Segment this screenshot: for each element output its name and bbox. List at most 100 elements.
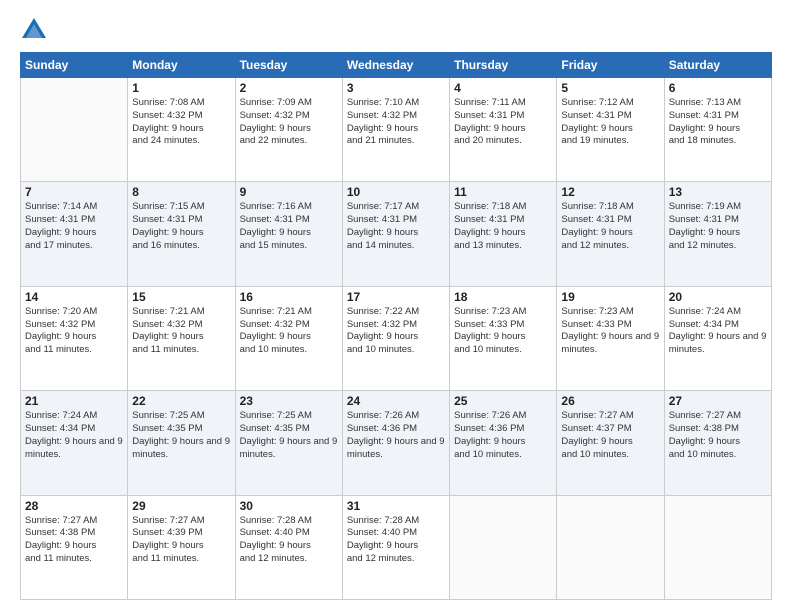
day-info: Sunrise: 7:08 AMSunset: 4:32 PMDaylight:… [132, 97, 230, 148]
week-row-2: 14 Sunrise: 7:20 AMSunset: 4:32 PMDayligh… [21, 286, 772, 390]
day-info: Sunrise: 7:27 AMSunset: 4:37 PMDaylight:… [561, 410, 659, 461]
day-number: 6 [669, 81, 767, 95]
day-cell: 7 Sunrise: 7:14 AMSunset: 4:31 PMDaylight… [21, 182, 128, 286]
day-info: Sunrise: 7:11 AMSunset: 4:31 PMDaylight:… [454, 97, 552, 148]
column-header-tuesday: Tuesday [235, 53, 342, 78]
day-info: Sunrise: 7:28 AMSunset: 4:40 PMDaylight:… [347, 515, 445, 566]
day-info: Sunrise: 7:27 AMSunset: 4:38 PMDaylight:… [25, 515, 123, 566]
day-info: Sunrise: 7:28 AMSunset: 4:40 PMDaylight:… [240, 515, 338, 566]
column-header-saturday: Saturday [664, 53, 771, 78]
header-row: SundayMondayTuesdayWednesdayThursdayFrid… [21, 53, 772, 78]
logo [20, 16, 52, 44]
header [20, 16, 772, 44]
day-info: Sunrise: 7:27 AMSunset: 4:38 PMDaylight:… [669, 410, 767, 461]
day-cell [450, 495, 557, 599]
day-number: 5 [561, 81, 659, 95]
day-info: Sunrise: 7:18 AMSunset: 4:31 PMDaylight:… [454, 201, 552, 252]
day-cell: 17Sunrise: 7:22 AMSunset: 4:32 PMDayligh… [342, 286, 449, 390]
day-info: Sunrise: 7:19 AMSunset: 4:31 PMDaylight:… [669, 201, 767, 252]
day-number: 19 [561, 290, 659, 304]
day-cell: 5 Sunrise: 7:12 AMSunset: 4:31 PMDaylight… [557, 78, 664, 182]
day-info: Sunrise: 7:26 AMSunset: 4:36 PMDaylight:… [347, 410, 445, 461]
day-cell: 11 Sunrise: 7:18 AMSunset: 4:31 PMDayligh… [450, 182, 557, 286]
week-row-0: 1 Sunrise: 7:08 AMSunset: 4:32 PMDaylight… [21, 78, 772, 182]
day-info: Sunrise: 7:13 AMSunset: 4:31 PMDaylight:… [669, 97, 767, 148]
day-number: 1 [132, 81, 230, 95]
day-cell: 10 Sunrise: 7:17 AMSunset: 4:31 PMDayligh… [342, 182, 449, 286]
day-info: Sunrise: 7:15 AMSunset: 4:31 PMDaylight:… [132, 201, 230, 252]
day-cell: 22 Sunrise: 7:25 AMSunset: 4:35 PMDayligh… [128, 391, 235, 495]
day-cell: 14 Sunrise: 7:20 AMSunset: 4:32 PMDayligh… [21, 286, 128, 390]
day-number: 25 [454, 394, 552, 408]
day-number: 20 [669, 290, 767, 304]
day-number: 10 [347, 185, 445, 199]
day-cell: 19 Sunrise: 7:23 AMSunset: 4:33 PMDayligh… [557, 286, 664, 390]
day-cell: 4 Sunrise: 7:11 AMSunset: 4:31 PMDaylight… [450, 78, 557, 182]
day-info: Sunrise: 7:10 AMSunset: 4:32 PMDaylight:… [347, 97, 445, 148]
day-cell: 21 Sunrise: 7:24 AMSunset: 4:34 PMDayligh… [21, 391, 128, 495]
day-info: Sunrise: 7:25 AMSunset: 4:35 PMDaylight:… [240, 410, 338, 461]
day-cell: 8 Sunrise: 7:15 AMSunset: 4:31 PMDaylight… [128, 182, 235, 286]
day-number: 30 [240, 499, 338, 513]
day-number: 11 [454, 185, 552, 199]
day-info: Sunrise: 7:26 AMSunset: 4:36 PMDaylight:… [454, 410, 552, 461]
day-info: Sunrise: 7:21 AMSunset: 4:32 PMDaylight:… [132, 306, 230, 357]
column-header-monday: Monday [128, 53, 235, 78]
day-number: 4 [454, 81, 552, 95]
day-cell [557, 495, 664, 599]
week-row-1: 7 Sunrise: 7:14 AMSunset: 4:31 PMDaylight… [21, 182, 772, 286]
column-header-thursday: Thursday [450, 53, 557, 78]
day-info: Sunrise: 7:24 AMSunset: 4:34 PMDaylight:… [25, 410, 123, 461]
day-info: Sunrise: 7:14 AMSunset: 4:31 PMDaylight:… [25, 201, 123, 252]
day-number: 22 [132, 394, 230, 408]
day-cell: 31Sunrise: 7:28 AMSunset: 4:40 PMDayligh… [342, 495, 449, 599]
day-info: Sunrise: 7:24 AMSunset: 4:34 PMDaylight:… [669, 306, 767, 357]
day-cell: 9 Sunrise: 7:16 AMSunset: 4:31 PMDaylight… [235, 182, 342, 286]
day-cell: 27Sunrise: 7:27 AMSunset: 4:38 PMDayligh… [664, 391, 771, 495]
column-header-wednesday: Wednesday [342, 53, 449, 78]
day-number: 21 [25, 394, 123, 408]
column-header-friday: Friday [557, 53, 664, 78]
day-number: 18 [454, 290, 552, 304]
day-cell: 3Sunrise: 7:10 AMSunset: 4:32 PMDaylight… [342, 78, 449, 182]
day-cell: 20 Sunrise: 7:24 AMSunset: 4:34 PMDayligh… [664, 286, 771, 390]
day-number: 8 [132, 185, 230, 199]
day-number: 9 [240, 185, 338, 199]
week-row-4: 28 Sunrise: 7:27 AMSunset: 4:38 PMDayligh… [21, 495, 772, 599]
day-cell: 12Sunrise: 7:18 AMSunset: 4:31 PMDayligh… [557, 182, 664, 286]
day-info: Sunrise: 7:20 AMSunset: 4:32 PMDaylight:… [25, 306, 123, 357]
day-number: 15 [132, 290, 230, 304]
day-cell: 15 Sunrise: 7:21 AMSunset: 4:32 PMDayligh… [128, 286, 235, 390]
day-info: Sunrise: 7:27 AMSunset: 4:39 PMDaylight:… [132, 515, 230, 566]
page: SundayMondayTuesdayWednesdayThursdayFrid… [0, 0, 792, 612]
day-number: 12 [561, 185, 659, 199]
day-cell [664, 495, 771, 599]
day-cell: 2Sunrise: 7:09 AMSunset: 4:32 PMDaylight… [235, 78, 342, 182]
day-info: Sunrise: 7:16 AMSunset: 4:31 PMDaylight:… [240, 201, 338, 252]
day-cell: 26Sunrise: 7:27 AMSunset: 4:37 PMDayligh… [557, 391, 664, 495]
logo-icon [20, 16, 48, 44]
day-cell: 23 Sunrise: 7:25 AMSunset: 4:35 PMDayligh… [235, 391, 342, 495]
day-cell: 28 Sunrise: 7:27 AMSunset: 4:38 PMDayligh… [21, 495, 128, 599]
day-number: 14 [25, 290, 123, 304]
column-header-sunday: Sunday [21, 53, 128, 78]
day-info: Sunrise: 7:12 AMSunset: 4:31 PMDaylight:… [561, 97, 659, 148]
day-number: 17 [347, 290, 445, 304]
day-cell [21, 78, 128, 182]
day-cell: 16Sunrise: 7:21 AMSunset: 4:32 PMDayligh… [235, 286, 342, 390]
day-cell: 25 Sunrise: 7:26 AMSunset: 4:36 PMDayligh… [450, 391, 557, 495]
day-number: 7 [25, 185, 123, 199]
day-number: 2 [240, 81, 338, 95]
day-info: Sunrise: 7:23 AMSunset: 4:33 PMDaylight:… [561, 306, 659, 357]
day-number: 29 [132, 499, 230, 513]
day-info: Sunrise: 7:17 AMSunset: 4:31 PMDaylight:… [347, 201, 445, 252]
day-cell: 29 Sunrise: 7:27 AMSunset: 4:39 PMDayligh… [128, 495, 235, 599]
day-number: 23 [240, 394, 338, 408]
day-number: 28 [25, 499, 123, 513]
day-cell: 1 Sunrise: 7:08 AMSunset: 4:32 PMDaylight… [128, 78, 235, 182]
day-info: Sunrise: 7:25 AMSunset: 4:35 PMDaylight:… [132, 410, 230, 461]
day-cell: 13Sunrise: 7:19 AMSunset: 4:31 PMDayligh… [664, 182, 771, 286]
day-info: Sunrise: 7:23 AMSunset: 4:33 PMDaylight:… [454, 306, 552, 357]
day-info: Sunrise: 7:21 AMSunset: 4:32 PMDaylight:… [240, 306, 338, 357]
day-cell: 24Sunrise: 7:26 AMSunset: 4:36 PMDayligh… [342, 391, 449, 495]
